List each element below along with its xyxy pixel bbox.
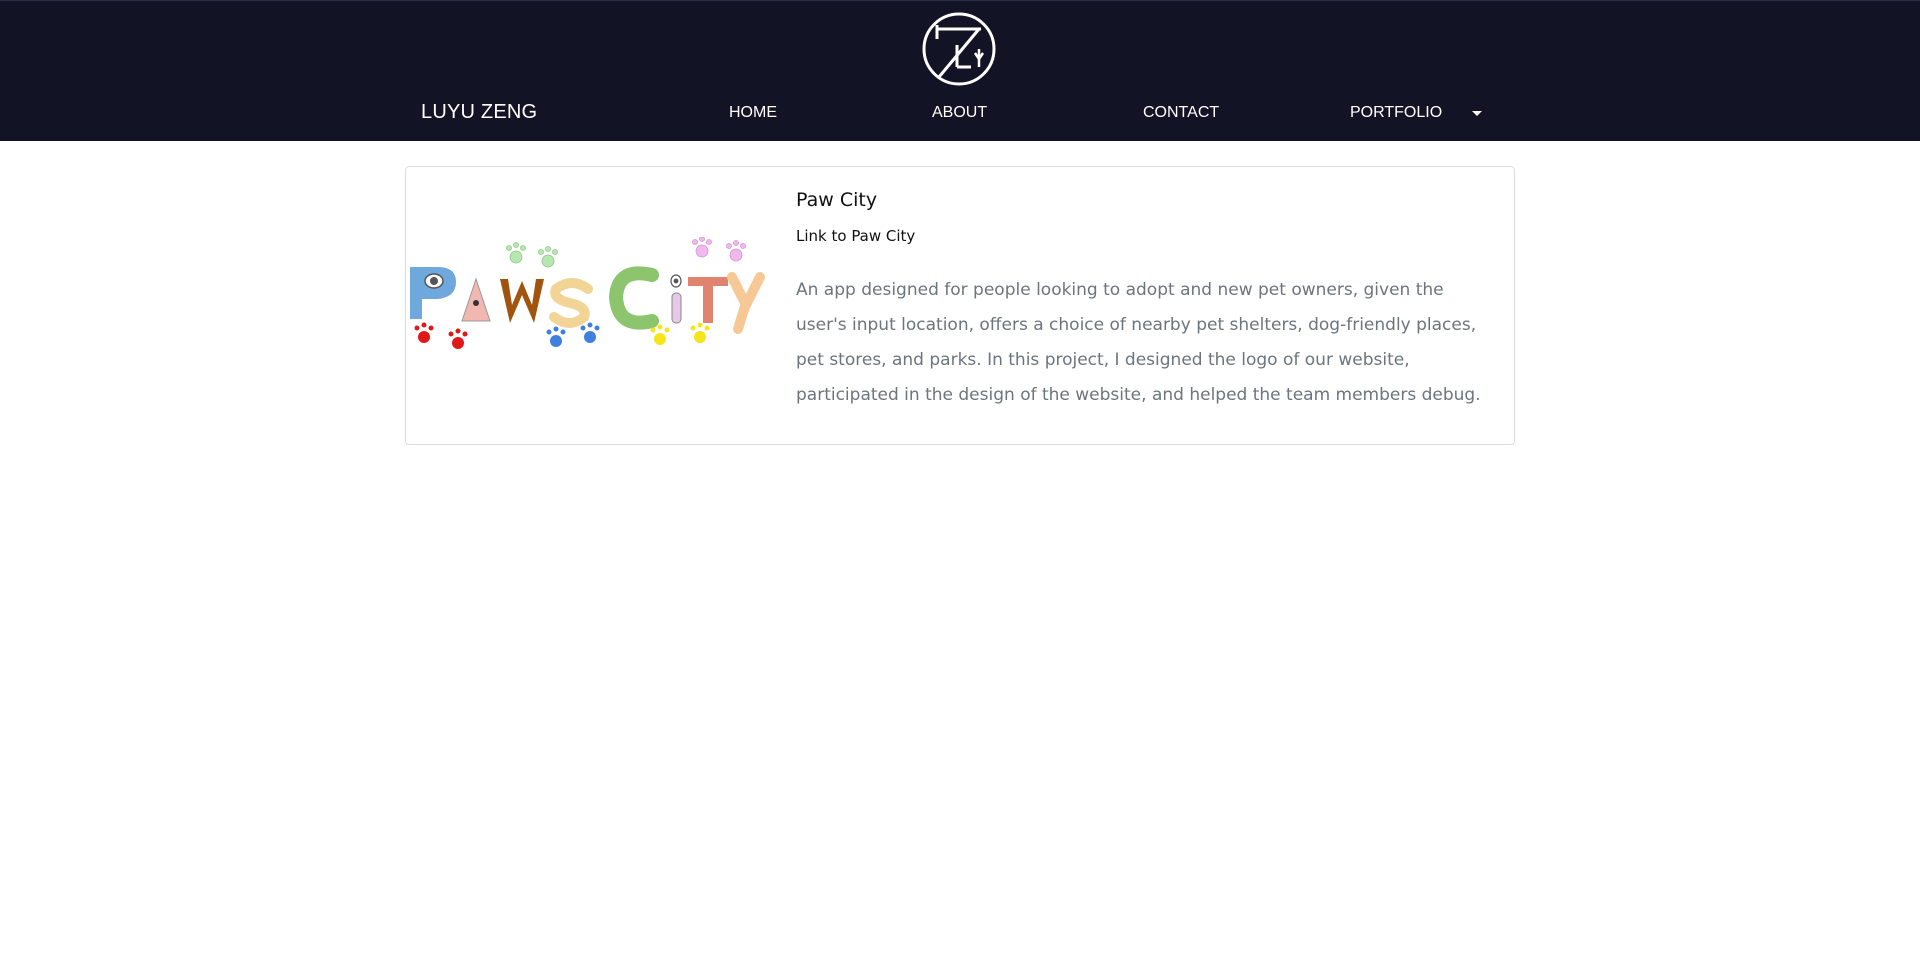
nav-contact-link[interactable]: CONTACT — [1143, 104, 1219, 122]
project-link[interactable]: Link to Paw City — [796, 227, 1486, 245]
project-description: An app designed for people looking to ad… — [796, 280, 1481, 405]
project-card: Paw City Link to Paw City An app designe… — [405, 166, 1515, 445]
project-card-body: Paw City Link to Paw City An app designe… — [796, 189, 1486, 413]
brand-link[interactable]: LUYU ZENG — [421, 101, 537, 124]
top-navbar: LUYU ZENG HOME ABOUT CONTACT PORTFOLIO — [0, 0, 1920, 141]
project-title: Paw City — [796, 189, 878, 211]
nav-about-link[interactable]: ABOUT — [932, 104, 987, 122]
dropdown-caret-icon[interactable] — [1472, 111, 1482, 116]
nav-portfolio-dropdown[interactable]: PORTFOLIO — [1350, 104, 1442, 122]
lz-monogram-icon[interactable] — [921, 11, 997, 87]
paws-city-logo-image — [410, 237, 765, 349]
nav-home-link[interactable]: HOME — [729, 104, 777, 122]
